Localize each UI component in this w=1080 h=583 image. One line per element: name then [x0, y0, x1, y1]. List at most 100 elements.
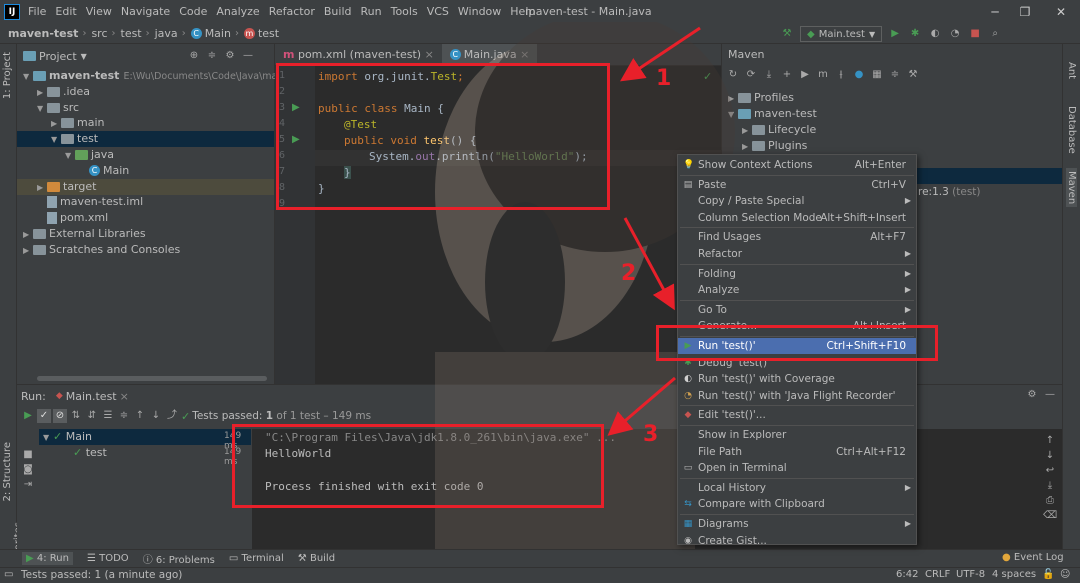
maven-tree-item[interactable]: ▼ maven-test [728, 106, 817, 122]
close-button[interactable]: ✕ [1046, 0, 1076, 24]
context-menu-item[interactable]: Find Usages Alt+F7 [678, 229, 916, 245]
notifications-icon[interactable]: ☺ [1060, 569, 1070, 580]
test-tree-row[interactable]: ▼ ✓ Main [43, 429, 92, 445]
context-menu-item[interactable]: ▤ Paste Ctrl+V [678, 177, 916, 193]
context-menu-item[interactable]: Column Selection Mode Alt+Shift+Insert [678, 210, 916, 226]
breadcrumb-java[interactable]: java [155, 27, 178, 40]
settings-wrench-icon[interactable]: ⚒ [906, 68, 920, 82]
menu-window[interactable]: Window [458, 0, 501, 24]
context-menu-item[interactable]: Folding ▶ [678, 266, 916, 282]
context-menu-item[interactable]: ⇆ Compare with Clipboard [678, 496, 916, 512]
show-passed-icon[interactable]: ✓ [37, 409, 51, 423]
menu-edit[interactable]: Edit [55, 0, 76, 24]
print-icon[interactable]: ⎙ [1043, 494, 1057, 508]
menu-vcs[interactable]: VCS [427, 0, 449, 24]
project-panel-title[interactable]: Project [39, 50, 77, 63]
chevron-right-icon[interactable]: ▶ [23, 227, 33, 243]
trash-icon[interactable]: ⌫ [1043, 509, 1057, 523]
scroll-end-icon[interactable]: ⤓ [1043, 479, 1057, 493]
menu-build[interactable]: Build [324, 0, 352, 24]
tab-ant[interactable]: Ant [1066, 62, 1077, 79]
project-tree-item[interactable]: ▶ External Libraries [23, 226, 146, 242]
maven-dependency-label[interactable]: re:1.3 (test) [918, 186, 981, 198]
breadcrumb-test[interactable]: test [121, 27, 142, 40]
camera-icon[interactable]: ◙ [21, 463, 35, 477]
file-encoding[interactable]: UTF-8 [956, 569, 985, 580]
event-log-button[interactable]: ● Event Log [1002, 552, 1064, 563]
context-menu-item[interactable]: ◐ Run 'test()' with Coverage [678, 371, 916, 387]
line-separator[interactable]: CRLF [925, 569, 950, 580]
hide-icon[interactable]: — [241, 49, 255, 63]
show-ignored-icon[interactable]: ⊘ [53, 409, 67, 423]
caret-position[interactable]: 6:42 [896, 569, 918, 580]
execute-goal-icon[interactable]: m [816, 68, 830, 82]
bottom-tab-run[interactable]: ▶ 4: Run [22, 552, 73, 565]
chevron-down-icon[interactable]: ▼ [81, 52, 87, 61]
chevron-down-icon[interactable]: ▼ [23, 69, 33, 85]
project-tree-item[interactable]: ▶ Scratches and Consoles [23, 242, 180, 258]
run-config-selector[interactable]: ◆ Main.test ▼ [800, 26, 883, 42]
project-tree-item[interactable]: ▶ target [37, 179, 96, 195]
gear-icon[interactable]: ⚙ [223, 49, 237, 63]
chevron-down-icon[interactable]: ▼ [37, 101, 47, 117]
profile-icon[interactable]: ◔ [948, 27, 962, 41]
context-menu-item[interactable]: Show in Explorer [678, 427, 916, 443]
project-tree-item[interactable]: maven-test.iml [37, 194, 143, 210]
up-arrow-icon[interactable]: ↑ [133, 409, 147, 423]
hide-icon[interactable]: — [1043, 388, 1057, 402]
run-tab-main-test[interactable]: ◆ Main.test × [52, 390, 133, 403]
context-menu-item[interactable]: ▭ Open in Terminal [678, 460, 916, 476]
collapse-all-icon[interactable]: ≑ [888, 68, 902, 82]
chevron-right-icon[interactable]: ▶ [37, 85, 47, 101]
reimport-icon[interactable]: ⟳ [744, 68, 758, 82]
project-tree-item[interactable]: ▼ test [51, 131, 98, 147]
search-icon[interactable]: ⌕ [988, 27, 1002, 41]
breadcrumb-src[interactable]: src [91, 27, 107, 40]
down-arrow-icon[interactable]: ↓ [149, 409, 163, 423]
exit-icon[interactable]: ⇥ [21, 478, 35, 492]
context-menu-item[interactable]: ▦ Diagrams ▶ [678, 516, 916, 532]
context-menu-item[interactable]: Refactor ▶ [678, 246, 916, 262]
down-arrow-icon[interactable]: ↓ [1043, 449, 1057, 463]
status-icon[interactable]: ▭ [4, 569, 13, 580]
rerun-icon[interactable]: ▶ [21, 409, 35, 423]
debug-icon[interactable]: ✱ [908, 27, 922, 41]
maven-tree-item[interactable]: ▶ Lifecycle [742, 122, 816, 138]
expand-all-icon[interactable]: ☰ [101, 409, 115, 423]
run-icon[interactable]: ▶ [888, 27, 902, 41]
context-menu-item[interactable]: File Path Ctrl+Alt+F12 [678, 444, 916, 460]
project-tree-item[interactable]: ▶ .idea [37, 84, 90, 100]
close-icon[interactable]: × [520, 48, 529, 61]
coverage-icon[interactable]: ◐ [928, 27, 942, 41]
build-hammer-icon[interactable]: ⚒ [780, 27, 794, 41]
maven-tree-item[interactable]: ▶ Plugins [742, 138, 807, 154]
add-icon[interactable]: + [780, 68, 794, 82]
sort-alpha-icon[interactable]: ⇅ [69, 409, 83, 423]
breadcrumb-method[interactable]: test [258, 27, 279, 40]
test-tree-row[interactable]: ✓ test [73, 445, 107, 461]
menu-navigate[interactable]: Navigate [121, 0, 170, 24]
soft-wrap-icon[interactable]: ↩ [1043, 464, 1057, 478]
menu-file[interactable]: File [28, 0, 46, 24]
indent-setting[interactable]: 4 spaces [992, 569, 1036, 580]
show-dependencies-icon[interactable]: ▦ [870, 68, 884, 82]
context-menu-item[interactable]: 💡 Show Context Actions Alt+Enter [678, 157, 916, 173]
refresh-icon[interactable]: ↻ [726, 68, 740, 82]
project-tree-item[interactable]: C Main [79, 163, 129, 179]
gear-icon[interactable]: ⚙ [1025, 388, 1039, 402]
horizontal-scrollbar[interactable] [37, 376, 267, 381]
tab-project[interactable]: 1: Project [2, 52, 13, 99]
skip-tests-icon[interactable]: ● [852, 68, 866, 82]
maven-tree-item[interactable]: ▶ Profiles [728, 90, 794, 106]
toggle-offline-icon[interactable]: ⫲ [834, 68, 848, 82]
context-menu-item[interactable]: Local History ▶ [678, 480, 916, 496]
menu-refactor[interactable]: Refactor [269, 0, 315, 24]
tab-maven[interactable]: Maven [1066, 168, 1077, 208]
stop-icon[interactable]: ■ [968, 27, 982, 41]
context-menu-item[interactable]: Copy / Paste Special ▶ [678, 193, 916, 209]
download-icon[interactable]: ⤓ [762, 68, 776, 82]
menu-run[interactable]: Run [361, 0, 382, 24]
sort-duration-icon[interactable]: ⇵ [85, 409, 99, 423]
menu-analyze[interactable]: Analyze [216, 0, 259, 24]
project-tree-item[interactable]: pom.xml [37, 210, 108, 226]
